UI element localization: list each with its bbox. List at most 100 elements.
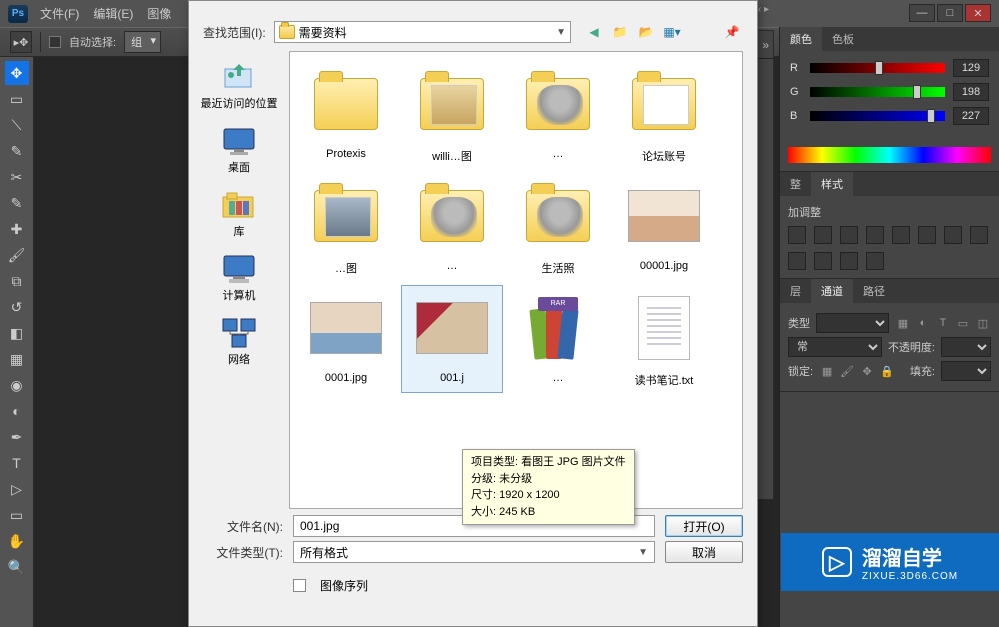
filter-smart-icon[interactable]: ◫ bbox=[975, 315, 991, 331]
cancel-button[interactable]: 取消 bbox=[665, 541, 743, 563]
filter-adj-icon[interactable]: ◐ bbox=[915, 315, 931, 331]
file-item-text[interactable]: 读书笔记.txt bbox=[614, 286, 714, 392]
adj-icon[interactable] bbox=[788, 252, 806, 270]
file-item-image-selected[interactable]: 001.j bbox=[402, 286, 502, 392]
filetype-dropdown[interactable]: 所有格式 ▼ bbox=[293, 541, 655, 563]
place-recent[interactable]: 最近访问的位置 bbox=[194, 57, 284, 115]
tab-paths[interactable]: 路径 bbox=[853, 279, 895, 303]
file-item-folder[interactable]: … bbox=[402, 174, 502, 280]
filter-pixel-icon[interactable]: ▦ bbox=[895, 315, 911, 331]
auto-select-dropdown[interactable]: 组 bbox=[124, 31, 161, 53]
file-item-folder[interactable]: 论坛账号 bbox=[614, 62, 714, 168]
tool-brush[interactable]: 🖌 bbox=[5, 243, 29, 267]
lock-label: 锁定: bbox=[788, 363, 813, 379]
open-button[interactable]: 打开(O) bbox=[665, 515, 743, 537]
tool-marquee[interactable]: ▭ bbox=[5, 87, 29, 111]
tool-gradient[interactable]: ▦ bbox=[5, 347, 29, 371]
menu-image[interactable]: 图像 bbox=[147, 5, 171, 22]
file-item-image[interactable]: 00001.jpg bbox=[614, 174, 714, 280]
lookin-dropdown[interactable]: 需要资料 ▼ bbox=[274, 21, 571, 43]
lock-paint-icon[interactable]: 🖌 bbox=[839, 363, 855, 379]
g-value[interactable]: 198 bbox=[953, 83, 989, 101]
menu-edit[interactable]: 编辑(E) bbox=[93, 5, 133, 22]
place-network[interactable]: 网络 bbox=[194, 313, 284, 371]
tool-path-select[interactable]: ▷ bbox=[5, 477, 29, 501]
window-minimize[interactable]: — bbox=[909, 4, 935, 22]
adj-icon[interactable] bbox=[892, 226, 910, 244]
file-item-image[interactable]: 0001.jpg bbox=[296, 286, 396, 392]
recent-icon bbox=[221, 61, 257, 93]
tool-eraser[interactable]: ◧ bbox=[5, 321, 29, 345]
file-list[interactable]: Protexis willi…图 … 论坛账号 …图 … bbox=[289, 51, 743, 509]
adj-icon[interactable] bbox=[866, 226, 884, 244]
place-computer[interactable]: 计算机 bbox=[194, 249, 284, 307]
opacity-select[interactable] bbox=[941, 337, 991, 357]
window-close[interactable]: ✕ bbox=[965, 4, 991, 22]
file-item-folder[interactable]: willi…图 bbox=[402, 62, 502, 168]
blend-mode-select[interactable]: 常 bbox=[788, 337, 882, 357]
nav-newfolder-icon[interactable]: 📂 bbox=[635, 21, 657, 43]
lock-all-icon[interactable]: 🔒 bbox=[879, 363, 895, 379]
tool-dodge[interactable]: ◐ bbox=[5, 399, 29, 423]
adj-icon[interactable] bbox=[814, 226, 832, 244]
tool-move[interactable]: ✥ bbox=[5, 61, 29, 85]
file-item-archive[interactable]: RAR … bbox=[508, 286, 608, 392]
tool-history-brush[interactable]: ↺ bbox=[5, 295, 29, 319]
tool-crop[interactable]: ✂ bbox=[5, 165, 29, 189]
adj-icon[interactable] bbox=[840, 226, 858, 244]
image-sequence-checkbox[interactable] bbox=[293, 579, 306, 592]
tab-color[interactable]: 颜色 bbox=[780, 27, 822, 51]
filter-type-icon[interactable]: T bbox=[935, 315, 951, 331]
nav-back-icon[interactable]: ◀ bbox=[583, 21, 605, 43]
tab-styles[interactable]: 样式 bbox=[811, 172, 853, 196]
file-item-folder[interactable]: … bbox=[508, 62, 608, 168]
kind-select[interactable] bbox=[816, 313, 889, 333]
file-item-folder[interactable]: 生活照 bbox=[508, 174, 608, 280]
tool-hand[interactable]: ✋ bbox=[5, 529, 29, 553]
adj-icon[interactable] bbox=[866, 252, 884, 270]
b-slider[interactable] bbox=[810, 111, 945, 121]
r-value[interactable]: 129 bbox=[953, 59, 989, 77]
filter-shape-icon[interactable]: ▭ bbox=[955, 315, 971, 331]
color-spectrum[interactable] bbox=[788, 147, 991, 163]
adj-icon[interactable] bbox=[814, 252, 832, 270]
tool-pen[interactable]: ✒ bbox=[5, 425, 29, 449]
lock-trans-icon[interactable]: ▦ bbox=[819, 363, 835, 379]
tab-adj1[interactable]: 整 bbox=[780, 172, 811, 196]
file-item-folder[interactable]: Protexis bbox=[296, 62, 396, 168]
file-item-folder[interactable]: …图 bbox=[296, 174, 396, 280]
desktop-icon bbox=[221, 125, 257, 157]
tool-clone[interactable]: ⧉ bbox=[5, 269, 29, 293]
tool-lasso[interactable]: ⟍ bbox=[5, 113, 29, 137]
fill-select[interactable] bbox=[941, 361, 991, 381]
r-slider[interactable] bbox=[810, 63, 945, 73]
auto-select-checkbox[interactable] bbox=[49, 36, 61, 48]
tool-quick-select[interactable]: ✎ bbox=[5, 139, 29, 163]
place-desktop[interactable]: 桌面 bbox=[194, 121, 284, 179]
nav-viewmenu-icon[interactable]: ▦▾ bbox=[661, 21, 683, 43]
tool-eyedropper[interactable]: ✎ bbox=[5, 191, 29, 215]
adj-icon[interactable] bbox=[970, 226, 988, 244]
g-slider[interactable] bbox=[810, 87, 945, 97]
b-value[interactable]: 227 bbox=[953, 107, 989, 125]
lock-pos-icon[interactable]: ✥ bbox=[859, 363, 875, 379]
tool-zoom[interactable]: 🔍 bbox=[5, 555, 29, 579]
tab-swatches[interactable]: 色板 bbox=[822, 27, 864, 51]
move-tool-preset[interactable]: ▸✥ bbox=[10, 31, 32, 53]
place-libraries[interactable]: 库 bbox=[194, 185, 284, 243]
adj-icon[interactable] bbox=[840, 252, 858, 270]
nav-favorite-icon[interactable]: 📌 bbox=[721, 21, 743, 43]
places-bar: 最近访问的位置 桌面 库 计算机 网络 bbox=[189, 51, 289, 509]
tool-blur[interactable]: ◉ bbox=[5, 373, 29, 397]
menu-file[interactable]: 文件(F) bbox=[40, 5, 79, 22]
tool-shape[interactable]: ▭ bbox=[5, 503, 29, 527]
window-maximize[interactable]: □ bbox=[937, 4, 963, 22]
adj-icon[interactable] bbox=[918, 226, 936, 244]
adj-icon[interactable] bbox=[944, 226, 962, 244]
adj-icon[interactable] bbox=[788, 226, 806, 244]
tool-type[interactable]: T bbox=[5, 451, 29, 475]
tab-channels[interactable]: 通道 bbox=[811, 279, 853, 303]
nav-up-icon[interactable]: 📁 bbox=[609, 21, 631, 43]
tool-healing[interactable]: ✚ bbox=[5, 217, 29, 241]
tab-layers[interactable]: 层 bbox=[780, 279, 811, 303]
